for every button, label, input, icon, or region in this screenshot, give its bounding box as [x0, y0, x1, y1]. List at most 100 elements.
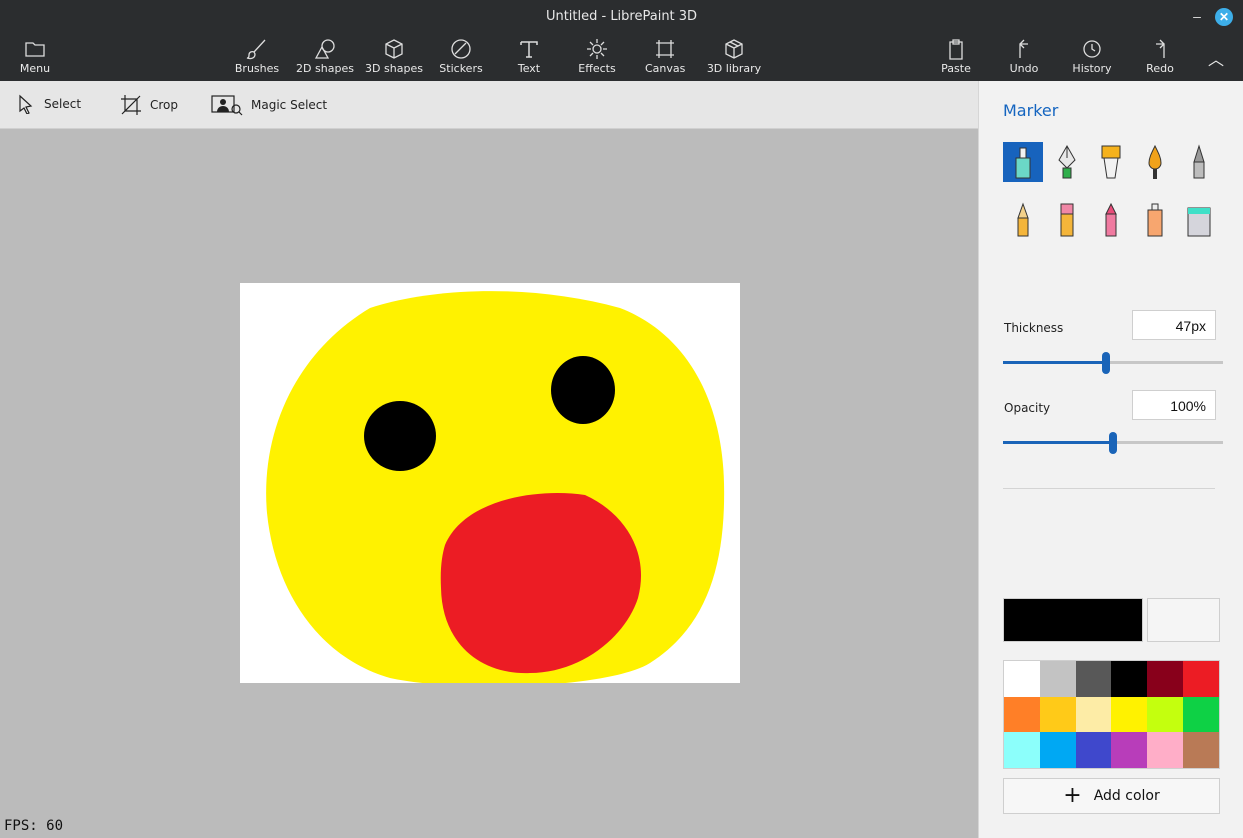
pencil-icon: [1017, 202, 1029, 237]
menu-label: Menu: [19, 62, 51, 75]
canvas-label: Canvas: [645, 62, 686, 75]
palette-color-swatch[interactable]: [1147, 661, 1184, 697]
palette-color-swatch[interactable]: [1111, 661, 1148, 697]
chevron-up-icon: ︿: [1207, 50, 1224, 69]
sun-icon: [587, 39, 607, 59]
menu-button[interactable]: Menu: [14, 36, 56, 79]
palette-color-swatch[interactable]: [1004, 661, 1040, 697]
undo-icon: [1019, 39, 1028, 58]
canvas-icon: [656, 40, 674, 58]
redo-button[interactable]: Redo: [1142, 36, 1178, 79]
panel-divider: [1003, 488, 1215, 489]
text-icon: [520, 41, 538, 58]
2d-shapes-button[interactable]: 2D shapes: [296, 36, 354, 79]
brush-panel: Marker Thickness 47px Opacity 100% + Add…: [978, 81, 1243, 838]
sticker-icon: [451, 39, 471, 59]
paste-label: Paste: [941, 62, 971, 75]
undo-button[interactable]: Undo: [1006, 36, 1042, 79]
palette-color-swatch[interactable]: [1183, 696, 1219, 733]
palette-color-swatch[interactable]: [1183, 661, 1219, 697]
title-bar: Untitled - LibrePaint 3D – ✕: [0, 0, 1243, 34]
crop-icon: [121, 95, 141, 115]
palette-color-swatch[interactable]: [1111, 732, 1148, 768]
crayon-brush[interactable]: [1091, 200, 1131, 240]
pixel-pen-brush[interactable]: [1179, 142, 1219, 182]
drawing-svg: [266, 291, 725, 683]
brushes-button[interactable]: Brushes: [232, 36, 282, 79]
calligraphy-pen-brush[interactable]: [1047, 142, 1087, 182]
secondary-color-swatch[interactable]: [1147, 598, 1220, 642]
fps-counter: FPS: 60: [4, 818, 64, 834]
3d-library-label: 3D library: [706, 62, 762, 75]
select-label: Select: [44, 97, 82, 111]
opacity-input[interactable]: 100%: [1132, 390, 1216, 420]
main-toolbar: Menu Brushes 2D shapes 3D shapes Sticker…: [0, 34, 1243, 81]
3d-shapes-button[interactable]: 3D shapes: [364, 36, 424, 79]
add-color-button[interactable]: + Add color: [1003, 778, 1220, 814]
thickness-label: Thickness: [1004, 321, 1064, 335]
magic-select-button[interactable]: Magic Select: [211, 94, 327, 116]
text-label: Text: [517, 62, 541, 75]
cube-icon: [385, 39, 403, 59]
palette-color-swatch[interactable]: [1147, 696, 1184, 733]
thickness-slider-fill: [1003, 361, 1106, 364]
spray-can-icon: [1147, 203, 1163, 237]
marker-brush[interactable]: [1003, 142, 1043, 182]
drawing-canvas[interactable]: [240, 283, 740, 683]
text-button[interactable]: Text: [510, 36, 548, 79]
opacity-label: Opacity: [1004, 401, 1051, 415]
3d-library-button[interactable]: 3D library: [706, 36, 762, 79]
calligraphy-pen-icon: [1058, 144, 1076, 179]
library-cube-icon: [725, 39, 743, 59]
clipboard-icon: [949, 39, 963, 60]
minimize-button[interactable]: –: [1189, 8, 1205, 24]
window-title: Untitled - LibrePaint 3D: [545, 9, 698, 24]
plus-icon: +: [1063, 783, 1082, 808]
palette-color-swatch[interactable]: [1111, 696, 1148, 733]
palette-color-swatch[interactable]: [1004, 732, 1040, 768]
pencil-brush[interactable]: [1003, 200, 1043, 240]
canvas-button[interactable]: Canvas: [645, 36, 685, 79]
marker-icon: [1015, 147, 1031, 179]
spray-can-brush[interactable]: [1135, 200, 1175, 240]
folder-icon: [25, 42, 45, 57]
palette-color-swatch[interactable]: [1039, 696, 1076, 733]
watercolor-icon: [1148, 144, 1162, 179]
left-eye: [364, 401, 436, 471]
redo-label: Redo: [1146, 62, 1174, 75]
palette-color-swatch[interactable]: [1004, 696, 1040, 733]
eraser-brush[interactable]: [1047, 200, 1087, 240]
panel-title: Marker: [1003, 101, 1059, 120]
undo-label: Undo: [1009, 62, 1039, 75]
palette-color-swatch[interactable]: [1075, 732, 1112, 768]
pointer-icon: [19, 94, 33, 114]
fill-bucket-icon: [1187, 207, 1211, 237]
palette-color-swatch[interactable]: [1075, 661, 1112, 697]
watercolor-brush[interactable]: [1135, 142, 1175, 182]
palette-color-swatch[interactable]: [1039, 661, 1076, 697]
history-icon: [1083, 40, 1101, 58]
stickers-button[interactable]: Stickers: [438, 36, 484, 79]
crop-tool-button[interactable]: Crop: [120, 94, 178, 116]
brushes-label: Brushes: [234, 62, 280, 75]
palette-color-swatch[interactable]: [1039, 732, 1076, 768]
opacity-slider-fill: [1003, 441, 1113, 444]
thickness-slider-thumb[interactable]: [1102, 352, 1110, 374]
close-button[interactable]: ✕: [1215, 8, 1233, 26]
crayon-icon: [1105, 202, 1117, 237]
palette-color-swatch[interactable]: [1183, 732, 1219, 768]
palette-color-swatch[interactable]: [1147, 732, 1184, 768]
primary-color-swatch[interactable]: [1003, 598, 1143, 642]
opacity-slider-thumb[interactable]: [1109, 432, 1117, 454]
paste-button[interactable]: Paste: [938, 36, 974, 79]
oil-brush[interactable]: [1091, 142, 1131, 182]
effects-button[interactable]: Effects: [576, 36, 618, 79]
fill-brush[interactable]: [1179, 200, 1219, 240]
palette-color-swatch[interactable]: [1075, 696, 1112, 733]
thickness-input[interactable]: 47px: [1132, 310, 1216, 340]
history-button[interactable]: History: [1070, 36, 1114, 79]
select-tool-button[interactable]: Select: [16, 94, 81, 114]
3d-shapes-label: 3D shapes: [365, 62, 423, 75]
selection-toolbar: Select Crop Magic Select: [0, 81, 978, 129]
right-eye: [551, 356, 615, 424]
